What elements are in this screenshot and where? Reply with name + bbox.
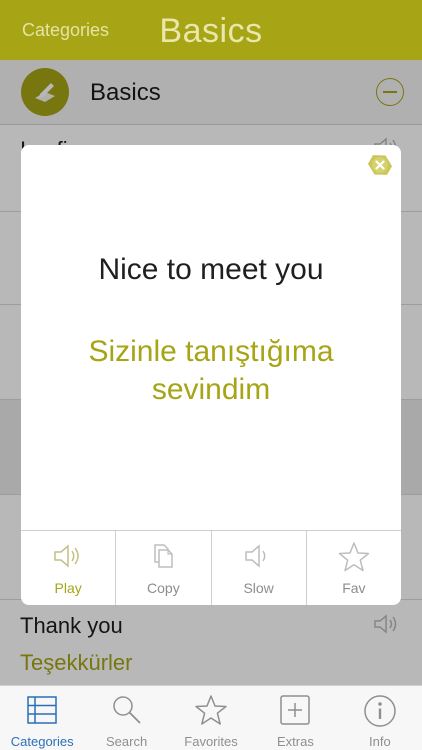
slow-button[interactable]: Slow: [212, 531, 307, 605]
speaker-slow-icon: [244, 544, 266, 568]
phrase-english: Nice to meet you: [98, 253, 324, 286]
tab-bar: Categories Search Favorites Extras Info: [0, 685, 422, 750]
tab-label: Favorites: [184, 734, 238, 749]
info-icon: [364, 695, 396, 727]
play-label: Play: [54, 580, 82, 596]
tab-label: Search: [106, 734, 148, 749]
close-icon[interactable]: [367, 152, 393, 178]
star-icon: [338, 542, 370, 572]
play-button[interactable]: Play: [21, 531, 117, 605]
tab-label: Info: [368, 734, 391, 749]
tab-search[interactable]: Search: [84, 686, 168, 750]
tab-favorites[interactable]: Favorites: [169, 686, 253, 750]
speaker-icon: [54, 544, 79, 568]
list-icon: [27, 696, 57, 724]
page-title: Basics: [159, 12, 263, 50]
plus-icon: [280, 695, 311, 725]
phrase-actions: Play Copy Slow Fav: [21, 530, 401, 605]
star-icon: [195, 695, 227, 725]
search-icon: [112, 696, 141, 724]
tab-categories[interactable]: Categories: [0, 686, 84, 750]
tab-info[interactable]: Info: [338, 686, 422, 750]
fav-label: Fav: [342, 580, 366, 596]
copy-icon: [154, 544, 174, 568]
copy-button[interactable]: Copy: [116, 531, 212, 605]
phrase-modal: Nice to meet you Sizinle tanıştığıma sev…: [21, 145, 401, 605]
phrase-translation: Sizinle tanıştığıma sevindim: [88, 335, 334, 406]
navigation-bar: Categories Basics: [0, 0, 422, 60]
copy-label: Copy: [147, 580, 180, 596]
tab-extras[interactable]: Extras: [253, 686, 337, 750]
tab-label: Categories: [10, 734, 74, 749]
fav-button[interactable]: Fav: [307, 531, 401, 605]
slow-label: Slow: [243, 580, 274, 596]
tab-label: Extras: [277, 734, 314, 749]
